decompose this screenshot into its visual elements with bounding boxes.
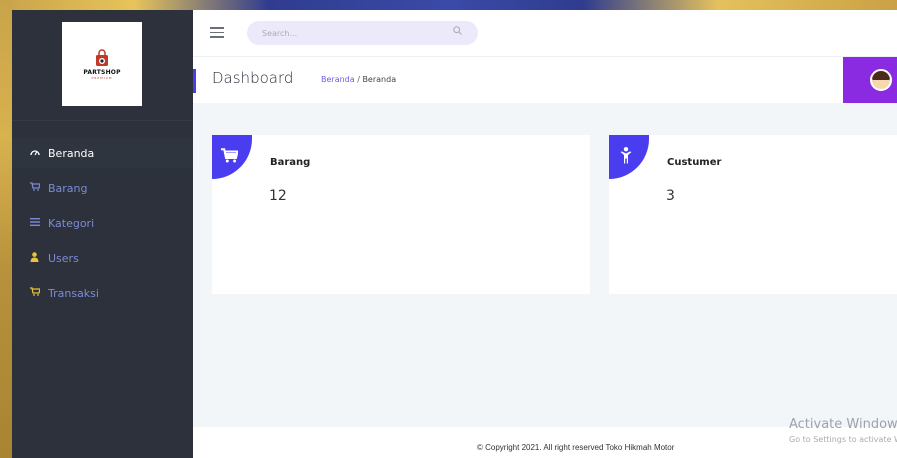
sidebar-nav: Beranda Barang Kategori Users Transaksi <box>12 138 193 313</box>
cart-icon <box>220 147 238 162</box>
activation-watermark-title: Activate Windows <box>789 417 897 432</box>
cart-icon <box>30 182 44 194</box>
sidebar: PARTSHOP PREMIUM Beranda Barang Kategori <box>12 10 193 458</box>
background-image-edge <box>0 0 12 458</box>
sidebar-item-label: Beranda <box>48 146 95 160</box>
dashboard-icon <box>30 148 44 159</box>
card-badge <box>609 135 649 179</box>
sidebar-item-kategori[interactable]: Kategori <box>12 208 193 238</box>
search-icon[interactable] <box>453 26 462 38</box>
person-icon <box>620 146 632 163</box>
card-value: 3 <box>666 188 675 204</box>
logo-subtext: PREMIUM <box>91 75 113 80</box>
shop-bag-icon <box>96 48 108 66</box>
main-content: Barang 12 Custumer 3 <box>193 103 897 427</box>
menu-icon[interactable] <box>210 27 224 38</box>
stat-card-barang[interactable]: Barang 12 <box>212 135 590 294</box>
logo-text: PARTSHOP <box>83 68 121 76</box>
search-box <box>247 21 478 45</box>
top-header <box>193 10 897 57</box>
card-label: Barang <box>270 157 311 168</box>
brand-logo[interactable]: PARTSHOP PREMIUM <box>62 22 142 106</box>
breadcrumb-current: Beranda <box>362 75 397 84</box>
sidebar-item-transaksi[interactable]: Transaksi <box>12 278 193 308</box>
list-icon <box>30 217 44 229</box>
sidebar-item-beranda[interactable]: Beranda <box>12 138 193 168</box>
user-icon <box>30 251 44 265</box>
card-badge <box>212 135 252 179</box>
breadcrumb: Beranda / Beranda <box>321 75 396 84</box>
title-accent-bar <box>193 69 196 93</box>
card-value: 12 <box>269 188 287 204</box>
sidebar-item-label: Transaksi <box>48 286 99 300</box>
search-input[interactable] <box>260 27 444 39</box>
sidebar-item-label: Kategori <box>48 216 95 230</box>
card-label: Custumer <box>667 157 722 168</box>
avatar-hair <box>872 71 890 80</box>
stat-card-custumer[interactable]: Custumer 3 <box>609 135 897 294</box>
avatar[interactable] <box>870 69 892 91</box>
page-title: Dashboard <box>212 69 294 87</box>
activation-watermark-subtitle: Go to Settings to activate Windows. <box>789 435 897 444</box>
profile-menu[interactable] <box>843 57 897 103</box>
background-image-strip <box>0 0 897 10</box>
sidebar-item-users[interactable]: Users <box>12 243 193 273</box>
sidebar-item-label: Users <box>48 251 79 265</box>
copyright-text: © Copyright 2021. All right reserved Tok… <box>477 443 675 452</box>
breadcrumb-link-beranda[interactable]: Beranda <box>321 75 355 84</box>
page-header: Dashboard Beranda / Beranda <box>193 57 897 103</box>
sidebar-item-label: Barang <box>48 181 88 195</box>
sidebar-item-barang[interactable]: Barang <box>12 173 193 203</box>
sidebar-divider <box>12 120 193 121</box>
cart-icon <box>30 287 44 299</box>
